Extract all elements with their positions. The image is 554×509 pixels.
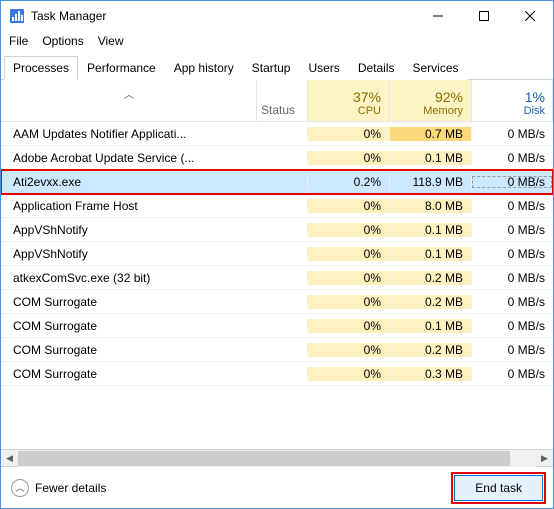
- window-controls: [415, 1, 553, 31]
- cell-memory: 0.7 MB: [389, 127, 471, 141]
- column-headers: ︿ Status 37% CPU 92% Memory 1% Disk: [1, 80, 553, 122]
- end-task-button[interactable]: End task: [454, 475, 543, 501]
- cell-disk: 0 MB/s: [471, 343, 553, 357]
- cell-memory: 0.2 MB: [389, 343, 471, 357]
- cell-memory: 0.3 MB: [389, 367, 471, 381]
- table-row[interactable]: atkexComSvc.exe (32 bit) 0%0.2 MB0 MB/s: [1, 266, 553, 290]
- cell-disk: 0 MB/s: [471, 367, 553, 381]
- cell-memory: 0.1 MB: [389, 247, 471, 261]
- tab-services[interactable]: Services: [404, 56, 468, 80]
- scroll-left-icon[interactable]: ◀: [1, 450, 18, 467]
- cell-cpu: 0%: [307, 295, 389, 309]
- cell-disk: 0 MB/s: [471, 223, 553, 237]
- cell-name: COM Surrogate: [1, 319, 257, 333]
- cell-disk: 0 MB/s: [471, 319, 553, 333]
- cell-cpu: 0%: [307, 367, 389, 381]
- cell-memory: 0.2 MB: [389, 295, 471, 309]
- table-row[interactable]: COM Surrogate 0%0.2 MB0 MB/s: [1, 338, 553, 362]
- table-row[interactable]: COM Surrogate 0%0.1 MB0 MB/s: [1, 314, 553, 338]
- cell-memory: 0.1 MB: [389, 223, 471, 237]
- cell-cpu: 0%: [307, 127, 389, 141]
- tabstrip: ProcessesPerformanceApp historyStartupUs…: [1, 55, 553, 80]
- menu-view[interactable]: View: [98, 34, 124, 48]
- cell-cpu: 0%: [307, 343, 389, 357]
- task-manager-window: Task Manager File Options View Processes…: [0, 0, 554, 509]
- cell-name: COM Surrogate: [1, 367, 257, 381]
- sort-caret-icon: ︿: [124, 86, 134, 101]
- cell-name: COM Surrogate: [1, 295, 257, 309]
- cell-cpu: 0%: [307, 223, 389, 237]
- fewer-details-button[interactable]: ︿ Fewer details: [11, 479, 106, 497]
- titlebar: Task Manager: [1, 1, 553, 31]
- maximize-button[interactable]: [461, 1, 507, 31]
- table-row[interactable]: AppVShNotify 0%0.1 MB0 MB/s: [1, 242, 553, 266]
- cell-disk: 0 MB/s: [471, 271, 553, 285]
- close-button[interactable]: [507, 1, 553, 31]
- cell-name: AAM Updates Notifier Applicati...: [1, 127, 257, 141]
- cell-name: Application Frame Host: [1, 199, 257, 213]
- scroll-thumb[interactable]: [18, 451, 510, 466]
- header-status[interactable]: Status: [257, 80, 307, 121]
- cell-disk: 0 MB/s: [471, 199, 553, 213]
- scroll-track[interactable]: [18, 450, 536, 467]
- minimize-button[interactable]: [415, 1, 461, 31]
- cell-disk: 0 MB/s: [471, 295, 553, 309]
- process-list: AAM Updates Notifier Applicati...0%0.7 M…: [1, 122, 553, 449]
- cell-disk: 0 MB/s: [471, 127, 553, 141]
- window-title: Task Manager: [31, 9, 415, 23]
- cell-cpu: 0.2%: [307, 175, 389, 189]
- cell-cpu: 0%: [307, 271, 389, 285]
- table-row[interactable]: COM Surrogate 0%0.2 MB0 MB/s: [1, 290, 553, 314]
- cell-name: COM Surrogate: [1, 343, 257, 357]
- cell-memory: 0.1 MB: [389, 151, 471, 165]
- cell-name: AppVShNotify: [1, 247, 257, 261]
- scroll-right-icon[interactable]: ▶: [536, 450, 553, 467]
- cell-name: Adobe Acrobat Update Service (...: [1, 151, 257, 165]
- cell-memory: 0.2 MB: [389, 271, 471, 285]
- header-name[interactable]: ︿: [1, 80, 257, 121]
- chevron-up-icon: ︿: [11, 479, 29, 497]
- cell-name: Ati2evxx.exe: [1, 175, 257, 189]
- table-row[interactable]: AAM Updates Notifier Applicati... 0%0.7 M…: [1, 122, 553, 146]
- cell-memory: 0.1 MB: [389, 319, 471, 333]
- tab-details[interactable]: Details: [349, 56, 404, 80]
- app-icon: [9, 8, 25, 24]
- cell-cpu: 0%: [307, 199, 389, 213]
- table-row[interactable]: Ati2evxx.exe 0.2%118.9 MB0 MB/s: [1, 170, 553, 194]
- tab-app-history[interactable]: App history: [165, 56, 243, 80]
- tab-performance[interactable]: Performance: [78, 56, 165, 80]
- cell-disk: 0 MB/s: [471, 151, 553, 165]
- table-row[interactable]: Application Frame Host 0%8.0 MB0 MB/s: [1, 194, 553, 218]
- tab-users[interactable]: Users: [299, 56, 348, 80]
- menubar: File Options View: [1, 31, 553, 51]
- header-cpu[interactable]: 37% CPU: [307, 80, 389, 121]
- table-row[interactable]: AppVShNotify 0%0.1 MB0 MB/s: [1, 218, 553, 242]
- cell-cpu: 0%: [307, 247, 389, 261]
- cell-memory: 118.9 MB: [389, 175, 471, 189]
- cell-name: atkexComSvc.exe (32 bit): [1, 271, 257, 285]
- cell-disk: 0 MB/s: [471, 247, 553, 261]
- header-disk[interactable]: 1% Disk: [471, 80, 553, 121]
- menu-options[interactable]: Options: [42, 34, 83, 48]
- cell-memory: 8.0 MB: [389, 199, 471, 213]
- table-row[interactable]: Adobe Acrobat Update Service (... 0%0.1 M…: [1, 146, 553, 170]
- tab-processes[interactable]: Processes: [4, 56, 78, 80]
- header-memory[interactable]: 92% Memory: [389, 80, 471, 121]
- cell-name: AppVShNotify: [1, 223, 257, 237]
- horizontal-scrollbar[interactable]: ◀ ▶: [1, 449, 553, 466]
- cell-cpu: 0%: [307, 151, 389, 165]
- table-row[interactable]: COM Surrogate 0%0.3 MB0 MB/s: [1, 362, 553, 386]
- tab-startup[interactable]: Startup: [243, 56, 300, 80]
- footer: ︿ Fewer details End task: [1, 466, 553, 508]
- menu-file[interactable]: File: [9, 34, 28, 48]
- cell-disk: 0 MB/s: [471, 175, 553, 189]
- cell-cpu: 0%: [307, 319, 389, 333]
